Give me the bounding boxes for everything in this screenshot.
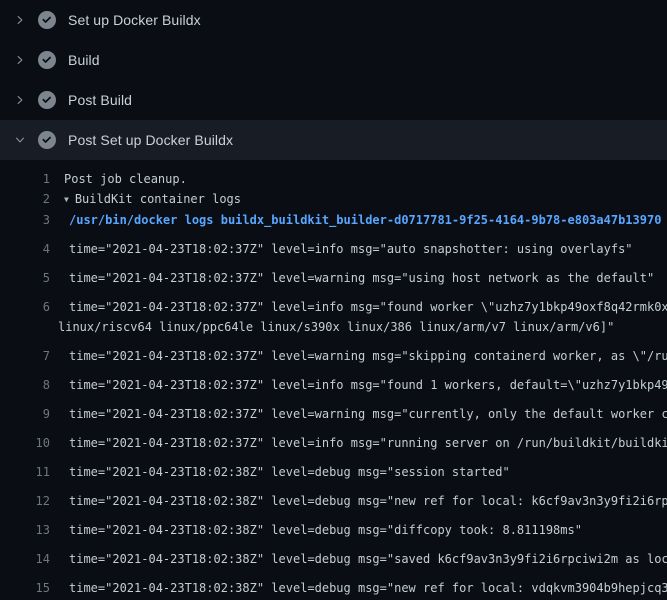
step-header-build[interactable]: Build xyxy=(0,40,667,80)
step-title: Post Set up Docker Buildx xyxy=(68,132,233,148)
chevron-right-icon xyxy=(12,92,28,108)
line-number-link[interactable]: 10 xyxy=(0,433,50,453)
check-circle-icon xyxy=(38,131,56,149)
check-circle-icon xyxy=(38,51,56,69)
log-group-title: BuildKit container logs xyxy=(75,192,241,206)
log-text: time="2021-04-23T18:02:37Z" level=info m… xyxy=(50,375,667,395)
log-text: time="2021-04-23T18:02:37Z" level=warnin… xyxy=(50,404,667,424)
line-number-link[interactable]: 5 xyxy=(0,268,50,288)
log-text: time="2021-04-23T18:02:38Z" level=debug … xyxy=(50,578,667,598)
log-text: time="2021-04-23T18:02:37Z" level=warnin… xyxy=(50,268,667,288)
check-circle-icon xyxy=(38,11,56,29)
log-line: 3/usr/bin/docker logs buildx_buildkit_bu… xyxy=(0,210,667,230)
log-lines: 1Post job cleanup.2 ▼ BuildKit container l… xyxy=(0,160,667,600)
line-number-link[interactable]: 9 xyxy=(0,404,50,424)
log-line: 1Post job cleanup. xyxy=(0,169,667,189)
line-number-link[interactable]: 1 xyxy=(0,169,50,189)
chevron-right-icon xyxy=(12,12,28,28)
line-number-link[interactable]: 15 xyxy=(0,578,50,598)
log-line: 5time="2021-04-23T18:02:37Z" level=warni… xyxy=(0,259,667,288)
log-line: 11time="2021-04-23T18:02:38Z" level=debu… xyxy=(0,453,667,482)
command-text: /usr/bin/docker logs buildx_buildkit_bui… xyxy=(50,210,667,230)
group-expanded-triangle-icon: ▼ xyxy=(64,190,69,210)
log-line: 15time="2021-04-23T18:02:38Z" level=debu… xyxy=(0,569,667,598)
log-line: 14time="2021-04-23T18:02:38Z" level=debu… xyxy=(0,540,667,569)
line-number-link[interactable]: 8 xyxy=(0,375,50,395)
log-line: 12time="2021-04-23T18:02:38Z" level=debu… xyxy=(0,482,667,511)
step-title: Build xyxy=(68,52,100,68)
line-number-link[interactable]: 2 xyxy=(0,189,50,209)
line-number-link[interactable]: 11 xyxy=(0,462,50,482)
log-line: 2 ▼ BuildKit container logs xyxy=(0,189,667,210)
log-text: time="2021-04-23T18:02:37Z" level=info m… xyxy=(50,239,667,259)
step-title: Set up Docker Buildx xyxy=(68,12,201,28)
chevron-down-icon xyxy=(12,132,28,148)
chevron-right-icon xyxy=(12,52,28,68)
log-text: time="2021-04-23T18:02:38Z" level=debug … xyxy=(50,549,667,569)
line-number-link[interactable]: 13 xyxy=(0,520,50,540)
log-line: 13time="2021-04-23T18:02:38Z" level=debu… xyxy=(0,511,667,540)
line-number-link[interactable]: 12 xyxy=(0,491,50,511)
step-title: Post Build xyxy=(68,92,132,108)
log-line: 4time="2021-04-23T18:02:37Z" level=info … xyxy=(0,230,667,259)
steps-list: Set up Docker Buildx Build Post Build Po… xyxy=(0,0,667,160)
line-number-link[interactable]: 6 xyxy=(0,297,50,317)
check-circle-icon xyxy=(38,91,56,109)
log-text: time="2021-04-23T18:02:38Z" level=debug … xyxy=(50,520,667,540)
log-text: time="2021-04-23T18:02:38Z" level=debug … xyxy=(50,462,667,482)
line-number-link[interactable]: 4 xyxy=(0,239,50,259)
log-group-toggle[interactable]: ▼ BuildKit container logs xyxy=(50,189,667,210)
log-line: 9time="2021-04-23T18:02:37Z" level=warni… xyxy=(0,395,667,424)
step-header-post-set-up-docker-buildx[interactable]: Post Set up Docker Buildx xyxy=(0,120,667,160)
log-line: 10time="2021-04-23T18:02:37Z" level=info… xyxy=(0,424,667,453)
log-text: Post job cleanup. xyxy=(50,169,667,189)
step-header-post-build[interactable]: Post Build xyxy=(0,80,667,120)
step-header-set-up-docker-buildx[interactable]: Set up Docker Buildx xyxy=(0,0,667,40)
log-text: time="2021-04-23T18:02:37Z" level=info m… xyxy=(50,433,667,453)
log-line: 8time="2021-04-23T18:02:37Z" level=info … xyxy=(0,366,667,395)
log-line: 6time="2021-04-23T18:02:37Z" level=info … xyxy=(0,288,667,337)
log-text: time="2021-04-23T18:02:37Z" level=warnin… xyxy=(50,346,667,366)
log-text: time="2021-04-23T18:02:38Z" level=debug … xyxy=(50,491,667,511)
line-number-link[interactable]: 7 xyxy=(0,346,50,366)
log-text: time="2021-04-23T18:02:37Z" level=info m… xyxy=(50,297,667,337)
line-number-link[interactable]: 14 xyxy=(0,549,50,569)
log-line: 7time="2021-04-23T18:02:37Z" level=warni… xyxy=(0,337,667,366)
line-number-link[interactable]: 3 xyxy=(0,210,50,230)
